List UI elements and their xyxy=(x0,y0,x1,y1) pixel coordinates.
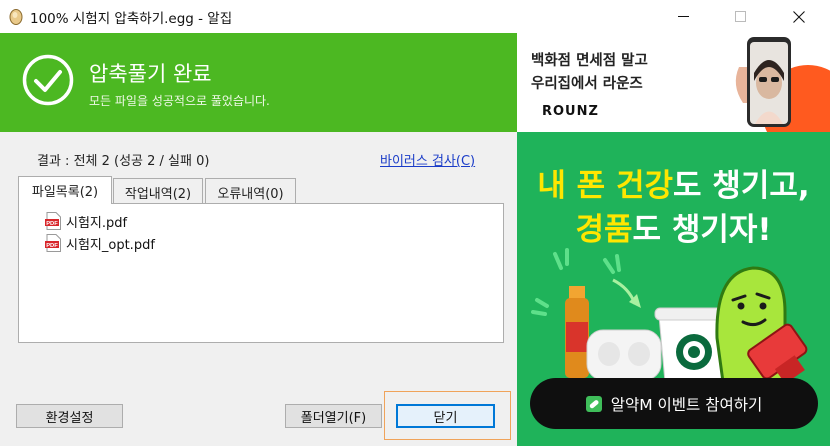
file-name: 시험지.pdf xyxy=(66,215,128,231)
close-button[interactable]: 닫기 xyxy=(396,404,495,428)
check-circle-icon xyxy=(22,54,74,106)
phone-model-image xyxy=(735,37,830,132)
title-bar: 100% 시험지 압축하기.egg - 알집 xyxy=(0,0,830,33)
file-list-item[interactable]: PDF 시험지.pdf xyxy=(45,211,127,231)
settings-button[interactable]: 환경설정 xyxy=(16,404,123,428)
open-folder-button[interactable]: 폴더열기(F) xyxy=(285,404,382,428)
file-list-item[interactable]: PDF 시험지_opt.pdf xyxy=(45,233,155,253)
ad-headline-highlight: 내 폰 건강 xyxy=(537,168,673,204)
minimize-button[interactable] xyxy=(660,0,706,33)
virus-scan-link[interactable]: 바이러스 검사(C) xyxy=(380,150,475,169)
window-title: 100% 시험지 압축하기.egg - 알집 xyxy=(30,11,233,27)
ad-rounz-line1: 백화점 면세점 말고 xyxy=(531,53,648,69)
tab-job-history[interactable]: 작업내역(2) xyxy=(113,178,203,203)
close-window-button[interactable] xyxy=(776,0,822,33)
alyac-pill-icon xyxy=(585,395,602,412)
svg-text:PDF: PDF xyxy=(46,221,58,227)
completion-banner: 압축풀기 완료 모든 파일을 성공적으로 풀었습니다. xyxy=(0,33,517,132)
banner-title: 압축풀기 완료 xyxy=(89,62,212,86)
svg-text:PDF: PDF xyxy=(46,243,58,249)
pdf-icon: PDF xyxy=(45,212,61,230)
tab-file-list[interactable]: 파일목록(2) xyxy=(18,176,112,204)
pdf-icon: PDF xyxy=(45,234,61,252)
minimize-icon xyxy=(677,16,689,17)
alyac-event-button[interactable]: 알약M 이벤트 참여하기 xyxy=(530,378,818,429)
file-name: 시험지_opt.pdf xyxy=(66,237,155,253)
ad-headline-rest: 도 챙기고, xyxy=(673,168,810,204)
ad-banner-rounz[interactable]: 백화점 면세점 말고 우리집에서 라운즈 ROUNZ xyxy=(517,33,830,132)
maximize-button[interactable] xyxy=(717,0,763,33)
tab-error-history[interactable]: 오류내역(0) xyxy=(205,178,296,203)
ad-rounz-line2: 우리집에서 라운즈 xyxy=(531,76,643,92)
rounz-logo: ROUNZ xyxy=(542,104,599,119)
banner-subtitle: 모든 파일을 성공적으로 풀었습니다. xyxy=(89,94,270,108)
file-list[interactable]: PDF 시험지.pdf PDF 시험지_opt.pdf xyxy=(18,203,504,343)
alyac-event-label: 알약M 이벤트 참여하기 xyxy=(610,395,763,414)
ad-headline-line1: 내 폰 건강도 챙기고, xyxy=(517,160,830,205)
prize-illustration xyxy=(531,248,808,384)
ad-banner-alyac[interactable]: 내 폰 건강도 챙기고, 경품도 챙기자! 알약M 이벤트 참여하기 xyxy=(517,132,830,446)
maximize-icon xyxy=(734,11,746,22)
result-panel: 결과 : 전체 2 (성공 2 / 실패 0) 바이러스 검사(C) 파일목록(… xyxy=(0,132,517,446)
alzip-app-icon xyxy=(9,9,23,25)
close-icon xyxy=(793,10,805,23)
result-summary: 결과 : 전체 2 (성공 2 / 실패 0) xyxy=(37,154,210,169)
